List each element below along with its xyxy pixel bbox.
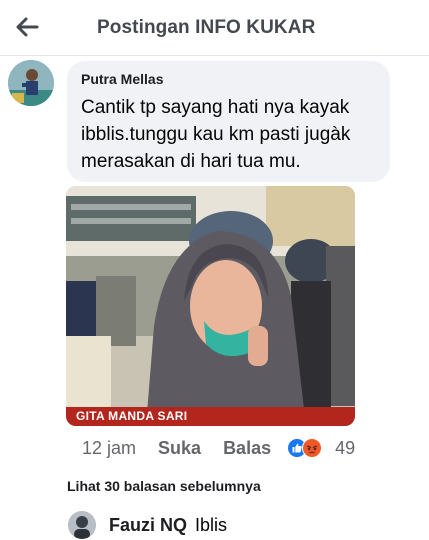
angry-reaction-icon: [302, 438, 323, 458]
photo-caption: GITA MANDA SARI: [66, 407, 355, 426]
avatar-image: [8, 60, 54, 106]
reaction-count: 49: [335, 437, 356, 458]
reply-avatar-image: [68, 511, 96, 539]
comment-actions: 12 jam Suka Balas 49: [82, 436, 355, 460]
page-title: Postingan INFO KUKAR: [97, 17, 316, 38]
commenter-avatar[interactable]: [8, 60, 54, 106]
arrow-left-icon: [16, 17, 39, 37]
reply-author[interactable]: Fauzi NQ: [109, 515, 187, 536]
comment-text-line: ibblis.tunggu kau km pasti jugàk: [81, 124, 351, 145]
reply-item: Fauzi NQ Iblis: [68, 510, 227, 540]
reply-button[interactable]: Balas: [223, 438, 271, 459]
reply-text: Iblis: [195, 514, 228, 535]
comment-text-line: Cantik tp sayang hati nya kayak: [81, 97, 350, 118]
reply-avatar[interactable]: [68, 511, 96, 539]
like-button[interactable]: Suka: [158, 438, 201, 459]
comment-text: Cantik tp sayang hati nya kayak ibblis.t…: [81, 94, 376, 175]
comment-timestamp: 12 jam: [82, 437, 137, 458]
reactions-summary[interactable]: 49: [287, 438, 355, 459]
comment-photo[interactable]: GITA MANDA SARI: [66, 186, 355, 426]
top-bar: Postingan INFO KUKAR: [0, 0, 429, 56]
comment-text-line: merasakan di hari tua mu.: [81, 151, 301, 172]
view-previous-replies-link[interactable]: Lihat 30 balasan sebelumnya: [67, 478, 261, 494]
comment-author[interactable]: Putra Mellas: [81, 71, 376, 87]
back-button[interactable]: [12, 12, 42, 42]
comment-bubble: Putra Mellas Cantik tp sayang hati nya k…: [67, 61, 390, 182]
photo-image: [66, 186, 355, 426]
